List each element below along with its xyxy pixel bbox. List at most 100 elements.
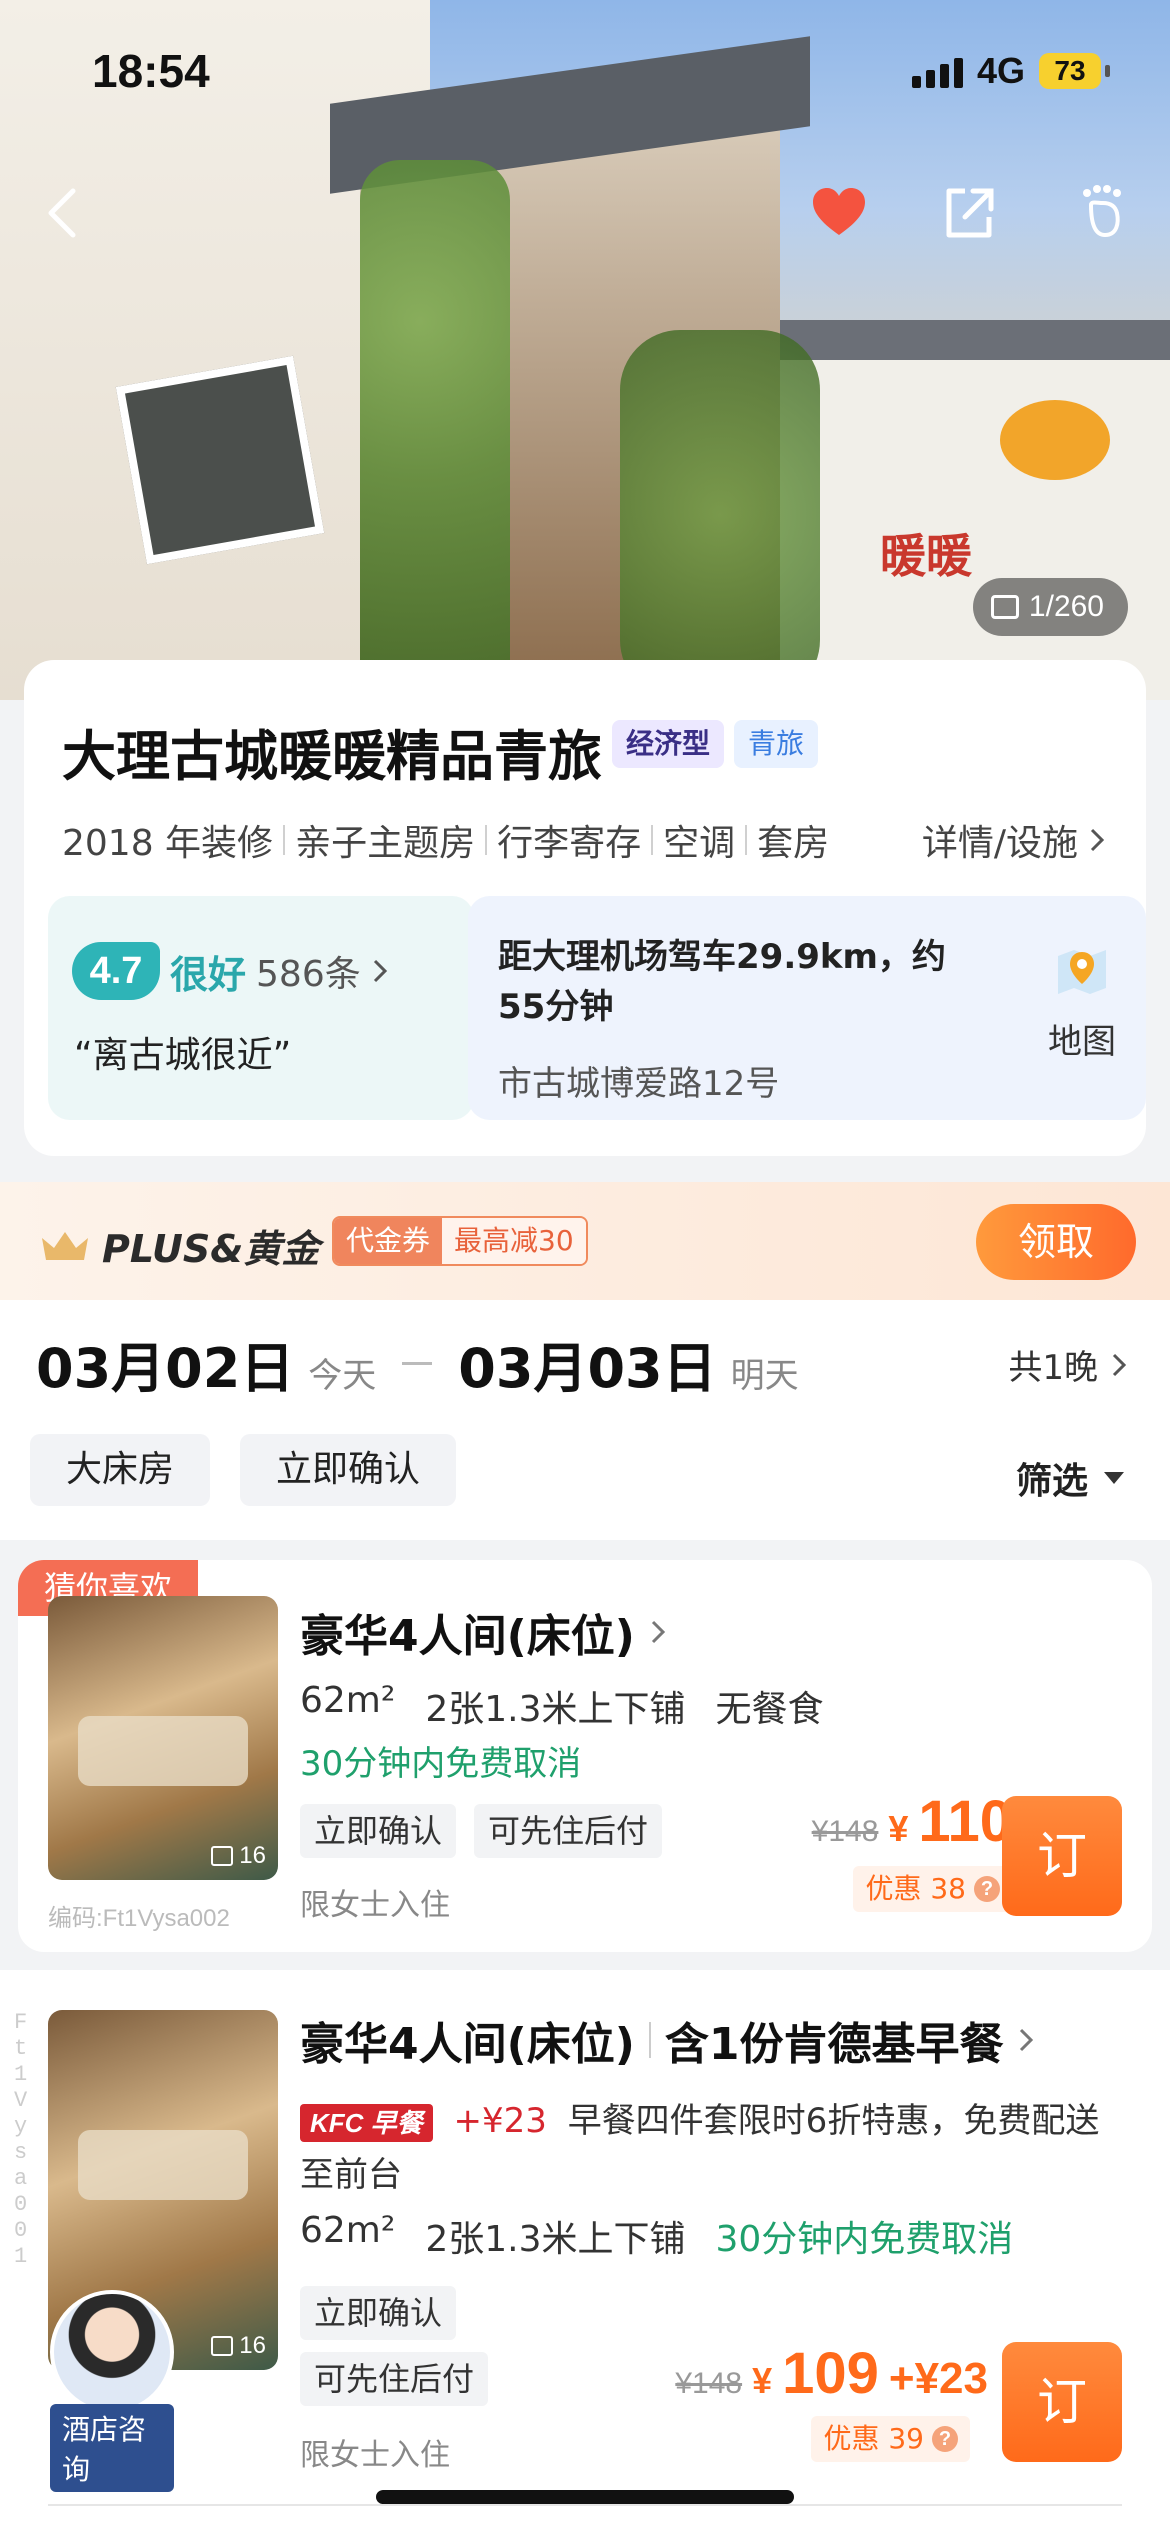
map-button[interactable]: 地图 [1048, 942, 1116, 1063]
footprint-icon [1083, 185, 1121, 238]
title-divider [648, 2022, 651, 2058]
agent-avatar [50, 2290, 174, 2414]
breakfast-offer[interactable]: KFC 早餐 +¥23 早餐四件套限时6折特惠，免费配送至前台 [300, 2094, 1130, 2202]
chevron-right-icon [1020, 2028, 1034, 2052]
room-subtitle: 含1份肯德基早餐 [664, 2019, 1004, 2070]
filter-chip-instant-confirm[interactable]: 立即确认 [240, 1434, 457, 1506]
instant-confirm-pill: 立即确认 [300, 1804, 457, 1858]
current-price: 110 [918, 1789, 1012, 1854]
feature-item: 行李寄存 [497, 823, 642, 864]
airport-distance: 距大理机场驾车29.9km，约55分钟 [498, 937, 946, 1027]
caret-down-icon [1104, 1472, 1124, 1484]
date-filter-section: 03月02日 今天 03月03日 明天 共1晚 大床房 立即确认 筛选 [0, 1300, 1170, 1540]
book-button[interactable]: 订 [1002, 1796, 1122, 1916]
date-picker[interactable]: 03月02日 今天 03月03日 明天 [36, 1324, 799, 1403]
room-title[interactable]: 豪华4人间(床位) 含1份肯德基早餐 [300, 2008, 1035, 2072]
room-card[interactable]: 猜你喜欢 16 编码:Ft1Vysa002 豪华4人间(床位) 62m² 2张1… [18, 1560, 1152, 1952]
room-thumbnail[interactable]: 16 [48, 1596, 278, 1880]
room-beds: 2张1.3米上下铺 [425, 2219, 686, 2260]
coupon-label: 代金券 [334, 1218, 443, 1264]
room-name: 豪华4人间(床位) [300, 2019, 635, 2070]
discount-badge[interactable]: 优惠 38 ? [853, 1866, 1012, 1912]
divider [48, 2504, 1122, 2506]
guest-restriction: 限女士入住 [300, 1888, 450, 1923]
photo-counter[interactable]: 1/260 [972, 578, 1128, 636]
chevron-right-icon [1112, 1353, 1127, 1376]
hotel-detail-page: 暖暖 18:54 4G 73 1/260 大理古城暖暖精品青旅 经济型 青旅 2… [0, 0, 1170, 2532]
room-name: 豪华4人间(床位) [300, 1611, 635, 1662]
building-right [780, 360, 1170, 700]
status-time: 18:54 [92, 45, 210, 97]
kfc-breakfast-badge: KFC 早餐 [300, 2103, 433, 2142]
discount-text: 优惠 38 [865, 1872, 966, 1905]
feature-item: 空调 [663, 823, 736, 864]
room-title[interactable]: 豪华4人间(床位) [300, 1600, 667, 1664]
footprint-button[interactable] [1068, 178, 1138, 248]
tag-economy: 经济型 [612, 720, 725, 768]
original-price: ¥148 [811, 1815, 879, 1848]
rating-row: 4.7 很好 586条 [72, 942, 389, 1000]
room-photo-count-text: 16 [239, 2332, 266, 2359]
gallery-icon [990, 595, 1019, 619]
checkin-hint: 今天 [308, 1356, 377, 1396]
room-meal: 无餐食 [715, 1689, 824, 1730]
price-block: ¥148 ¥ 110 [812, 1788, 1012, 1855]
consult-label: 酒店咨询 [50, 2404, 174, 2492]
hotel-consult-button[interactable]: 酒店咨询 [50, 2290, 174, 2492]
room-area: 62m² [300, 2210, 396, 2251]
location-panel[interactable]: 距大理机场驾车29.9km，约55分钟 市古城博爱路12号 地图 [468, 896, 1146, 1120]
hero-photo[interactable]: 暖暖 18:54 4G 73 1/260 [0, 0, 1170, 700]
feature-item: 套房 [757, 823, 830, 864]
plus-logo: PLUS&黄金 [38, 1218, 319, 1273]
nights-label: 共1晚 [1008, 1348, 1098, 1388]
rating-word: 很好 [170, 952, 247, 997]
favorite-button[interactable] [804, 178, 874, 248]
back-arrow-icon [48, 188, 76, 238]
filter-button[interactable]: 筛选 [1016, 1452, 1124, 1504]
open-window [115, 355, 325, 565]
room-specs: 62m² 2张1.3米上下铺 无餐食 [300, 1680, 824, 1732]
chevron-right-icon [651, 1620, 665, 1644]
filter-label: 筛选 [1015, 1461, 1088, 1502]
nights-count[interactable]: 共1晚 [1008, 1340, 1128, 1389]
rating-score: 4.7 [72, 942, 160, 1000]
book-button[interactable]: 订 [1002, 2342, 1122, 2462]
network-type: 4G [976, 50, 1025, 91]
ivy-plants [360, 160, 510, 700]
plus-title: PLUS&黄金 [102, 1227, 320, 1271]
room-area: 62m² [300, 1680, 396, 1721]
current-price: 109 [782, 2341, 879, 2406]
feature-list: 2018 年装修 亲子主题房 行李寄存 空调 套房 [62, 814, 829, 866]
hotel-address: 市古城博爱路12号 [498, 1064, 780, 1104]
instant-confirm-pill: 立即确认 [300, 2286, 457, 2340]
details-link-label: 详情/设施 [921, 823, 1078, 864]
share-button[interactable] [934, 178, 1004, 248]
review-count: 586条 [256, 954, 361, 995]
room-beds: 2张1.3米上下铺 [425, 1689, 686, 1730]
signal-icon [911, 54, 963, 88]
coupon-tag: 代金券 最高减30 [332, 1216, 588, 1266]
hotel-name: 大理古城暖暖精品青旅 [62, 725, 602, 788]
plus-member-banner[interactable]: PLUS&黄金 代金券 最高减30 领取 [0, 1182, 1170, 1300]
room-side-code: Ft1Vysa001 [14, 2010, 28, 2269]
details-facilities-link[interactable]: 详情/设施 [922, 814, 1106, 866]
room-photo-count-text: 16 [239, 1842, 266, 1869]
discount-badge[interactable]: 优惠 39 ? [811, 2416, 970, 2462]
rating-panel[interactable]: 4.7 很好 586条 “离古城很近” [48, 896, 474, 1120]
pay-later-pill: 可先住后付 [300, 2352, 489, 2406]
currency-symbol: ¥ [752, 2360, 773, 2401]
home-indicator[interactable] [376, 2490, 794, 2504]
round-sign [1000, 400, 1110, 480]
share-icon [946, 188, 994, 238]
photo-counter-text: 1/260 [1028, 590, 1104, 623]
price-addon: +¥23 [888, 2354, 988, 2403]
filter-chip-big-bed[interactable]: 大床房 [30, 1434, 211, 1506]
pay-later-pill: 可先住后付 [474, 1804, 663, 1858]
claim-button[interactable]: 领取 [976, 1204, 1136, 1280]
room-card[interactable]: Ft1Vysa001 16 酒店咨询 豪华4人间(床位) 含1份肯德基早餐 KF… [0, 1970, 1170, 2532]
checkout-date: 03月03日 [458, 1337, 717, 1400]
back-button[interactable] [30, 178, 100, 248]
review-quote: “离古城很近” [74, 1035, 292, 1076]
ivy-plants-right [620, 330, 820, 700]
tag-hostel: 青旅 [734, 720, 819, 768]
